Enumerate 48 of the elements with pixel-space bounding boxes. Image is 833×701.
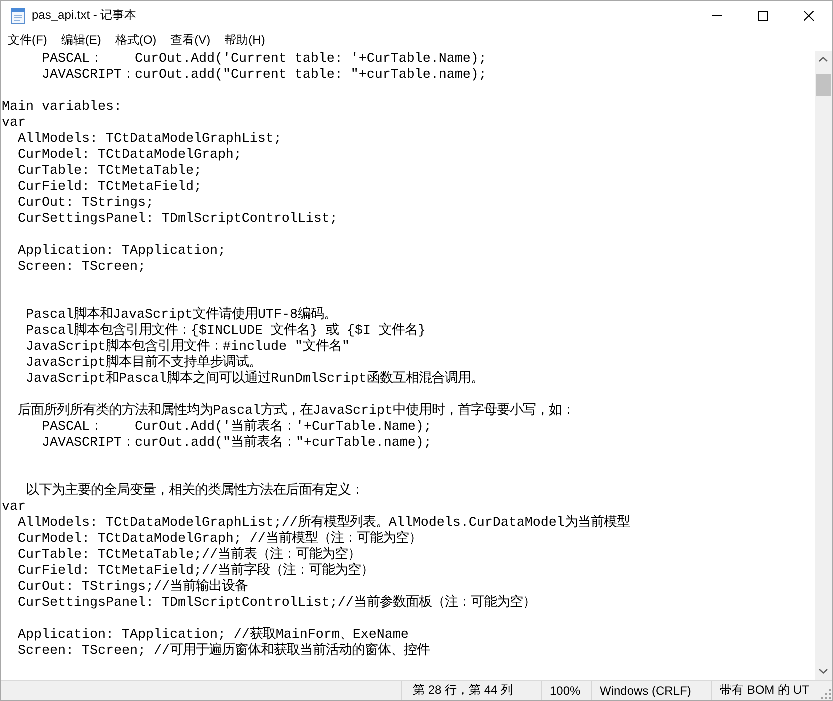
text-line: CurOut: TStrings; (18, 196, 154, 211)
text-line: CurSettingsPanel: TDmlScriptControlList;//当前参数面板（注：可能为空） (18, 596, 536, 611)
maximize-icon (758, 10, 768, 20)
text-line: CurOut: TStrings;//当前输出设备 (18, 580, 248, 595)
window-title: pas_api.txt - 记事本 (32, 7, 137, 24)
text-line: 以下为主要的全局变量，相关的类属性方法在后面有定义： (26, 484, 364, 499)
text-line: Pascal脚本包含引用文件：{$INCLUDE 文件名} 或 {$I 文件名} (26, 324, 426, 339)
menu-item[interactable]: 编辑(E) (54, 30, 108, 51)
text-line: CurField: TCtMetaField; (18, 180, 202, 195)
text-line: JavaScript脚本包含引用文件：#include "文件名" (26, 340, 350, 355)
text-line: AllModels: TCtDataModelGraphList;//所有模型列表。AllModels.CurDataModel为当前模型 (18, 516, 630, 531)
menu-item[interactable]: 查看(V) (164, 30, 218, 51)
text-line: PASCAL： CurOut.Add('当前表名：'+CurTable.Name); (42, 420, 432, 435)
text-line: AllModels: TCtDataModelGraphList; (18, 132, 282, 147)
text-line: CurModel: TCtDataModelGraph; (18, 148, 242, 163)
text-line: PASCAL： CurOut.Add('Current table: '+CurTable.Name); (42, 52, 487, 67)
menu-item[interactable]: 帮助(H) (218, 30, 272, 51)
text-line: 后面所列所有类的方法和属性均为Pascal方式，在JavaScript中使用时，首字母要小写，如： (18, 404, 575, 419)
chevron-up-icon (819, 57, 828, 62)
text-line: JAVASCRIPT：curOut.add("Current table: "+curTable.name); (42, 68, 487, 83)
encoding-text: 带有 BOM 的 UT (720, 682, 810, 699)
scroll-thumb[interactable] (816, 74, 831, 96)
minimize-icon (712, 15, 722, 16)
notepad-icon (11, 8, 25, 24)
menu-item[interactable]: 格式(O) (108, 30, 164, 51)
text-line: var (2, 500, 26, 515)
menu-item[interactable]: 文件(F) (1, 30, 54, 51)
text-line: Screen: TScreen; (18, 260, 146, 275)
resize-grip-icon[interactable] (821, 689, 831, 699)
text-line: CurField: TCtMetaField;//当前字段（注：可能为空） (18, 564, 374, 579)
close-icon (804, 10, 814, 20)
line-ending-text: Windows (CRLF) (600, 684, 692, 698)
text-line: Application: TApplication; (18, 244, 226, 259)
text-line: CurTable: TCtMetaTable; (18, 164, 202, 179)
text-line: Application: TApplication; //获取MainForm、ExeName (18, 628, 409, 643)
text-line: Main variables: (2, 100, 122, 115)
text-line: JavaScript和Pascal脚本之间可以通过RunDmlScript函数互相混合调用。 (26, 372, 484, 387)
zoom-level-text: 100% (550, 684, 581, 698)
text-line: CurTable: TCtMetaTable;//当前表（注：可能为空） (18, 548, 361, 563)
text-line: var (2, 116, 26, 131)
chevron-down-icon (819, 669, 828, 674)
text-line: CurModel: TCtDataModelGraph; //当前模型（注：可能为空） (18, 532, 422, 547)
cursor-position-text: 第 28 行，第 44 列 (413, 682, 514, 699)
text-line: Screen: TScreen; //可用于遍历窗体和获取当前活动的窗体、控件 (18, 644, 430, 659)
text-line: JAVASCRIPT：curOut.add("当前表名："+curTable.name); (42, 436, 432, 451)
text-line: Pascal脚本和JavaScript文件请使用UTF-8编码。 (26, 308, 337, 323)
text-line: CurSettingsPanel: TDmlScriptControlList; (18, 212, 338, 227)
text-line: JavaScript脚本目前不支持单步调试。 (26, 356, 262, 371)
